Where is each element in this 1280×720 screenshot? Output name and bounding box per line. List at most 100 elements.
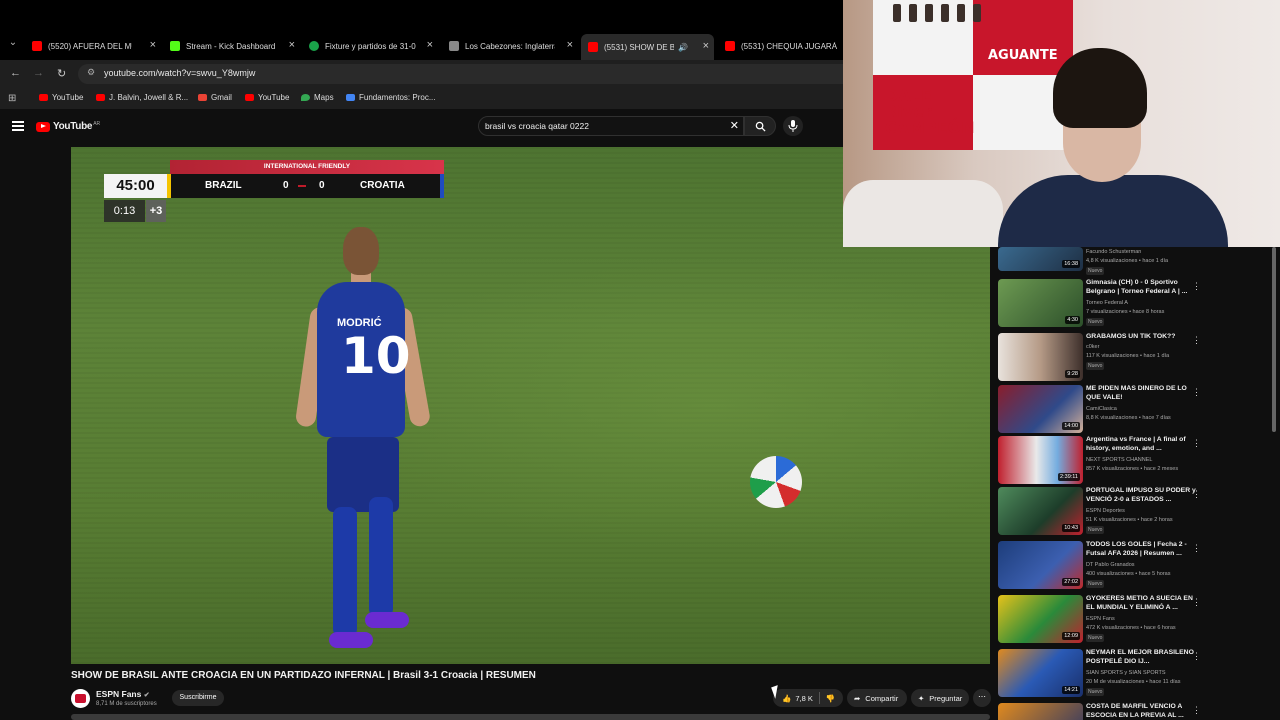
close-tab-icon[interactable]: × (289, 39, 295, 51)
bookmark-site-icon (346, 94, 355, 101)
related-video[interactable]: 14:00 ME PIDEN MÁS DINERO DE LO QUE VALE… (998, 385, 1208, 437)
video-thumbnail[interactable]: 16:38 (998, 247, 1083, 271)
description-box-edge (71, 714, 990, 720)
away-team: CROATIA (360, 180, 405, 191)
more-options-icon[interactable]: ⋮ (1192, 438, 1201, 449)
more-actions-icon[interactable]: ⋯ (973, 689, 991, 707)
related-video[interactable]: 12:09 GYOKERES METIÓ A SUECIA EN EL MUND… (998, 595, 1208, 647)
related-video[interactable]: 27:02 TODOS LOS GOLES | Fecha 2 - Futsal… (998, 541, 1208, 593)
home-score: 0 (283, 180, 289, 191)
bookmark-item[interactable]: J. Balvin, Jowell & R... (96, 93, 188, 102)
youtube-favicon-icon (588, 42, 598, 52)
youtube-logo[interactable]: YouTube AR (36, 121, 100, 132)
close-tab-icon[interactable]: × (567, 39, 573, 51)
close-tab-icon[interactable]: × (703, 40, 709, 52)
browser-tab[interactable]: Stream - Kick Dashboard × (170, 36, 295, 56)
video-thumbnail[interactable] (998, 703, 1083, 720)
share-button[interactable]: ➦ Compartir (847, 689, 907, 707)
streamer-body (998, 175, 1228, 247)
url-text: youtube.com/watch?v=swvu_Y8wmjw (104, 68, 256, 78)
video-thumbnail[interactable]: 12:09 (998, 595, 1083, 643)
bookmark-item[interactable]: Fundamentos: Proc... (346, 93, 435, 102)
browser-tab[interactable]: Fixture y partidos de 31-0 × (309, 36, 433, 56)
subscribe-button[interactable]: Suscribirme (172, 690, 224, 706)
youtube-icon (39, 94, 48, 101)
forward-icon[interactable]: → (33, 67, 44, 79)
more-options-icon[interactable]: ⋮ (1192, 387, 1201, 398)
match-clock: 45:00 (104, 174, 167, 198)
clear-search-icon[interactable]: ✕ (730, 119, 739, 132)
tab-search-dropdown-icon[interactable]: ⌄ (6, 37, 20, 53)
site-info-icon[interactable]: ⚙ (87, 67, 95, 78)
video-thumbnail[interactable]: 10:43 (998, 487, 1083, 535)
more-options-icon[interactable]: ⋮ (1192, 705, 1201, 716)
competition-label: INTERNATIONAL FRIENDLY (170, 160, 444, 174)
browser-tab-active[interactable]: (5531) SHOW DE BRASIL 🔊 × (581, 34, 714, 60)
menu-icon[interactable] (12, 121, 24, 131)
more-options-icon[interactable]: ⋮ (1192, 489, 1201, 500)
like-dislike-group: 👍 7,8 K 👎 (773, 689, 843, 707)
more-options-icon[interactable]: ⋮ (1192, 335, 1201, 346)
verified-icon: ✔ (143, 692, 150, 699)
related-video[interactable]: 14:21 NEYMAR EL MEJOR BRASILEÑO POSTPELÉ… (998, 649, 1208, 701)
bookmark-item[interactable]: Gmail (198, 93, 232, 102)
close-tab-icon[interactable]: × (150, 39, 156, 51)
channel-avatar[interactable] (71, 689, 90, 708)
video-thumbnail[interactable]: 14:00 (998, 385, 1083, 433)
dislike-button[interactable]: 👎 (826, 694, 835, 703)
bed (843, 180, 1003, 247)
score-bar: BRAZIL 0 0 CROATIA (167, 174, 444, 198)
reload-icon[interactable]: ↻ (57, 67, 66, 80)
video-thumbnail[interactable]: 4:30 (998, 279, 1083, 327)
trophy-shelf (893, 4, 1033, 24)
more-options-icon[interactable]: ⋮ (1192, 597, 1201, 608)
video-thumbnail[interactable]: 2:39:11 (998, 436, 1083, 484)
related-video[interactable]: 9:28 GRABAMOS UN TIK TOK?? c0ker 117 K v… (998, 333, 1208, 385)
bookmark-item[interactable]: YouTube (245, 93, 289, 102)
browser-tab[interactable]: Los Cabezones: Inglaterra × (449, 36, 573, 56)
bookmark-item[interactable]: Maps (301, 93, 334, 102)
added-time: 0:13 (104, 200, 145, 222)
footballer-boot (329, 632, 373, 648)
sidebar-scrollbar[interactable] (1272, 247, 1276, 432)
footballer-head (343, 227, 379, 275)
footballer-boot (365, 612, 409, 628)
more-options-icon[interactable]: ⋮ (1192, 543, 1201, 554)
football (750, 456, 802, 508)
ask-button[interactable]: ✦ Preguntar (911, 689, 969, 707)
video-title: SHOW DE BRASIL ANTE CROACIA EN UN PARTID… (71, 670, 536, 681)
youtube-icon (245, 94, 254, 101)
back-icon[interactable]: ← (10, 67, 21, 79)
search-button[interactable] (744, 116, 776, 136)
video-thumbnail[interactable]: 14:21 (998, 649, 1083, 697)
address-bar[interactable]: ⚙ youtube.com/watch?v=swvu_Y8wmjw (78, 64, 843, 84)
voice-search-button[interactable] (783, 116, 803, 136)
share-icon: ➦ (854, 693, 861, 703)
close-tab-icon[interactable]: × (427, 39, 433, 51)
flag-slogan: DALE River CAMPEÓN (885, 86, 975, 137)
video-thumbnail[interactable]: 9:28 (998, 333, 1083, 381)
divider (818, 692, 820, 704)
channel-name[interactable]: ESPN Fans ✔ (96, 689, 150, 699)
apps-grid-icon[interactable]: ⊞ (8, 93, 16, 104)
extra-minutes: +3 (146, 200, 166, 222)
footballer-leg (369, 497, 393, 617)
related-video[interactable]: 10:43 PORTUGAL IMPUSO SU PODER y VENCIÓ … (998, 487, 1208, 539)
flag-slogan-2: AGUANTE (988, 48, 1058, 63)
related-video[interactable]: 4:30 Gimnasia (CH) 0 - 0 Sportivo Belgra… (998, 279, 1208, 331)
bookmark-item[interactable]: YouTube (39, 93, 83, 102)
more-options-icon[interactable]: ⋮ (1192, 281, 1201, 292)
away-score: 0 (319, 180, 325, 191)
search-input[interactable]: brasil vs croacia qatar 0222 ✕ (478, 116, 744, 136)
speaker-icon[interactable]: 🔊 (678, 43, 688, 52)
screen: ⌄ (5520) AFUERA DEL MUNDIAL × Stream - K… (0, 0, 1280, 720)
video-thumbnail[interactable]: 27:02 (998, 541, 1083, 589)
score-separator (298, 185, 306, 187)
home-team: BRAZIL (205, 180, 242, 191)
webcam-overlay: DALE River CAMPEÓN AGUANTE (843, 0, 1280, 247)
related-video[interactable]: COSTA DE MARFIL VENCIÓ A ESCOCIA EN LA P… (998, 703, 1208, 720)
related-video[interactable]: 2:39:11 Argentina vs France | A final of… (998, 436, 1208, 488)
browser-tab[interactable]: (5520) AFUERA DEL MUNDIAL × (32, 36, 156, 56)
browser-tab[interactable]: (5531) CHEQUIA JUGARÁ (725, 36, 843, 56)
more-options-icon[interactable]: ⋮ (1192, 651, 1201, 662)
